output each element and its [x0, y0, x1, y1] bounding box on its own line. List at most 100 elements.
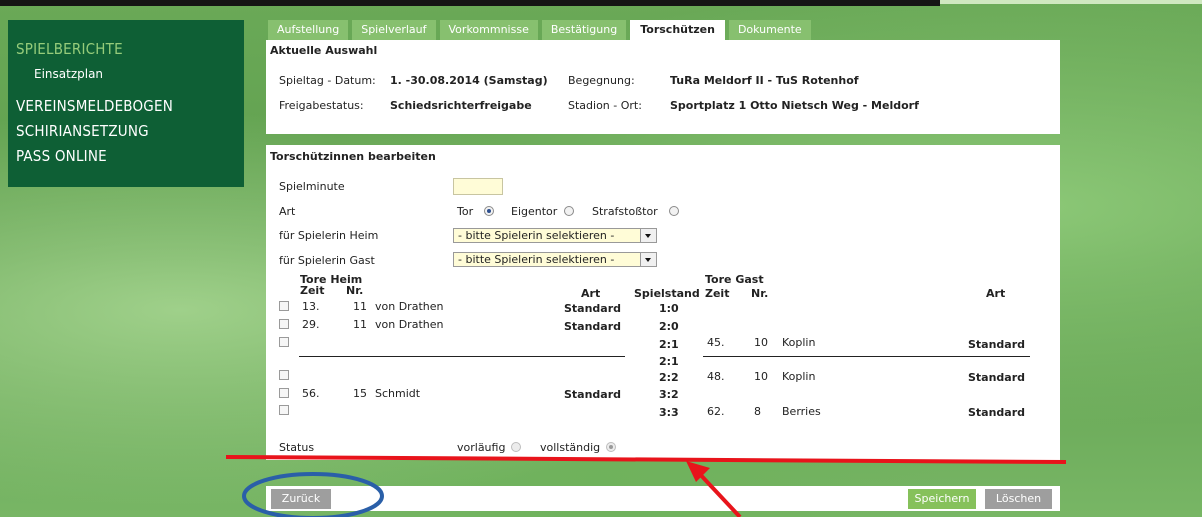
away-goals-header: Tore Gast — [705, 273, 764, 286]
tab-torschuetzen[interactable]: Torschützen — [630, 20, 725, 40]
home-player-label: für Spielerin Heim — [279, 229, 379, 242]
home-goal-number: 15 — [353, 387, 367, 400]
matchday-label: Spieltag - Datum: — [279, 74, 376, 87]
sidebar-item-pass-online[interactable]: PASS ONLINE — [16, 147, 107, 165]
home-col-time: Zeit — [300, 284, 325, 297]
red-arrow-head — [686, 461, 710, 482]
tab-bestaetigung[interactable]: Bestätigung — [541, 20, 627, 40]
home-goal-type: Standard — [564, 320, 622, 333]
venue-label: Stadion - Ort: — [568, 99, 642, 112]
chevron-down-icon[interactable] — [640, 253, 656, 266]
type-eigentor-radio[interactable] — [564, 206, 574, 216]
type-strafstoss-radio[interactable] — [669, 206, 679, 216]
away-goal-number: 10 — [754, 336, 768, 349]
tab-spielverlauf[interactable]: Spielverlauf — [352, 20, 436, 40]
delete-button[interactable]: Löschen — [985, 489, 1052, 509]
status-label: Status — [279, 441, 315, 454]
away-goal-name: Koplin — [782, 336, 816, 349]
status-complete-label: vollständig — [540, 441, 601, 454]
home-goal-type: Standard — [564, 388, 622, 401]
sidebar-subitem-einsatzplan[interactable]: Einsatzplan — [34, 67, 103, 81]
editor-panel: Torschützinnen bearbeiten Spielminute Ar… — [266, 145, 1060, 460]
away-player-select[interactable]: - bitte Spielerin selektieren - — [453, 252, 657, 267]
score-col: Spielstand — [634, 287, 700, 300]
away-divider — [703, 356, 1030, 357]
away-goal-number: 8 — [754, 405, 761, 418]
type-tor-label: Tor — [457, 205, 474, 218]
minute-label: Spielminute — [279, 180, 345, 193]
home-col-number: Nr. — [346, 284, 364, 297]
goal-row-checkbox[interactable] — [279, 301, 289, 311]
matchday-value: 1. -30.08.2014 (Samstag) — [390, 74, 548, 87]
goal-score: 2:1 — [659, 355, 679, 368]
match-value: TuRa Meldorf II - TuS Rotenhof — [670, 74, 859, 87]
goal-score: 3:2 — [659, 388, 679, 401]
editor-title: Torschützinnen bearbeiten — [270, 150, 436, 163]
sidebar: SPIELBERICHTE Einsatzplan VEREINSMELDEBO… — [8, 20, 244, 187]
goal-score: 2:0 — [659, 320, 679, 333]
away-goal-time: 45. — [707, 336, 725, 349]
type-eigentor-label: Eigentor — [511, 205, 558, 218]
home-goal-name: von Drathen — [375, 318, 444, 331]
away-goal-time: 48. — [707, 370, 725, 383]
venue-value: Sportplatz 1 Otto Nietsch Weg - Meldorf — [670, 99, 919, 112]
save-button[interactable]: Speichern — [908, 489, 976, 509]
home-goal-type: Standard — [564, 302, 622, 315]
home-goal-name: von Drathen — [375, 300, 444, 313]
status-provisional-label: vorläufig — [457, 441, 506, 454]
top-bar-right — [940, 0, 1202, 4]
away-goal-time: 62. — [707, 405, 725, 418]
type-label: Art — [279, 205, 296, 218]
away-goal-number: 10 — [754, 370, 768, 383]
home-goal-number: 11 — [353, 318, 367, 331]
away-goal-name: Berries — [782, 405, 821, 418]
release-label: Freigabestatus: — [279, 99, 364, 112]
home-divider — [299, 356, 625, 357]
type-tor-radio[interactable] — [484, 206, 494, 216]
goal-score: 1:0 — [659, 302, 679, 315]
home-goal-name: Schmidt — [375, 387, 421, 400]
top-bar — [0, 0, 940, 6]
away-goal-type: Standard — [968, 338, 1026, 351]
home-goal-time: 56. — [302, 387, 320, 400]
away-player-select-value: - bitte Spielerin selektieren - — [458, 253, 615, 266]
goal-score: 2:2 — [659, 371, 679, 384]
type-strafstoss-label: Strafstoßtor — [592, 205, 658, 218]
away-col-number: Nr. — [751, 287, 769, 300]
away-goal-type: Standard — [968, 406, 1026, 419]
away-col-time: Zeit — [705, 287, 730, 300]
back-button[interactable]: Zurück — [271, 489, 331, 509]
home-goal-time: 29. — [302, 318, 320, 331]
home-goal-number: 11 — [353, 300, 367, 313]
chevron-down-icon[interactable] — [640, 229, 656, 242]
goal-score: 2:1 — [659, 338, 679, 351]
away-col-type: Art — [986, 287, 1006, 300]
sidebar-item-vereinsmeldebogen[interactable]: VEREINSMELDEBOGEN — [16, 97, 173, 115]
away-goal-type: Standard — [968, 371, 1026, 384]
home-player-select-value: - bitte Spielerin selektieren - — [458, 229, 615, 242]
home-col-type: Art — [581, 287, 601, 300]
goal-row-checkbox[interactable] — [279, 405, 289, 415]
tab-dokumente[interactable]: Dokumente — [728, 20, 811, 40]
match-label: Begegnung: — [568, 74, 635, 87]
sidebar-item-spielberichte[interactable]: SPIELBERICHTE — [16, 40, 123, 58]
status-complete-radio[interactable] — [606, 442, 616, 452]
tab-bar: Aufstellung Spielverlauf Vorkommnisse Be… — [268, 20, 811, 40]
sidebar-item-schiriansetzung[interactable]: SCHIRIANSETZUNG — [16, 122, 149, 140]
goal-row-checkbox[interactable] — [279, 388, 289, 398]
tab-vorkommnisse[interactable]: Vorkommnisse — [439, 20, 538, 40]
goal-score: 3:3 — [659, 406, 679, 419]
status-provisional-radio[interactable] — [511, 442, 521, 452]
home-player-select[interactable]: - bitte Spielerin selektieren - — [453, 228, 657, 243]
action-bar: Zurück Speichern Löschen — [266, 486, 1060, 511]
goal-row-checkbox[interactable] — [279, 319, 289, 329]
away-goal-name: Koplin — [782, 370, 816, 383]
goal-row-checkbox[interactable] — [279, 370, 289, 380]
away-player-label: für Spielerin Gast — [279, 254, 375, 267]
selection-title: Aktuelle Auswahl — [270, 44, 378, 57]
minute-input[interactable] — [453, 178, 503, 195]
selection-panel: Aktuelle Auswahl Spieltag - Datum: 1. -3… — [266, 40, 1060, 134]
goal-row-checkbox[interactable] — [279, 337, 289, 347]
tab-aufstellung[interactable]: Aufstellung — [268, 20, 349, 40]
release-value: Schiedsrichterfreigabe — [390, 99, 532, 112]
